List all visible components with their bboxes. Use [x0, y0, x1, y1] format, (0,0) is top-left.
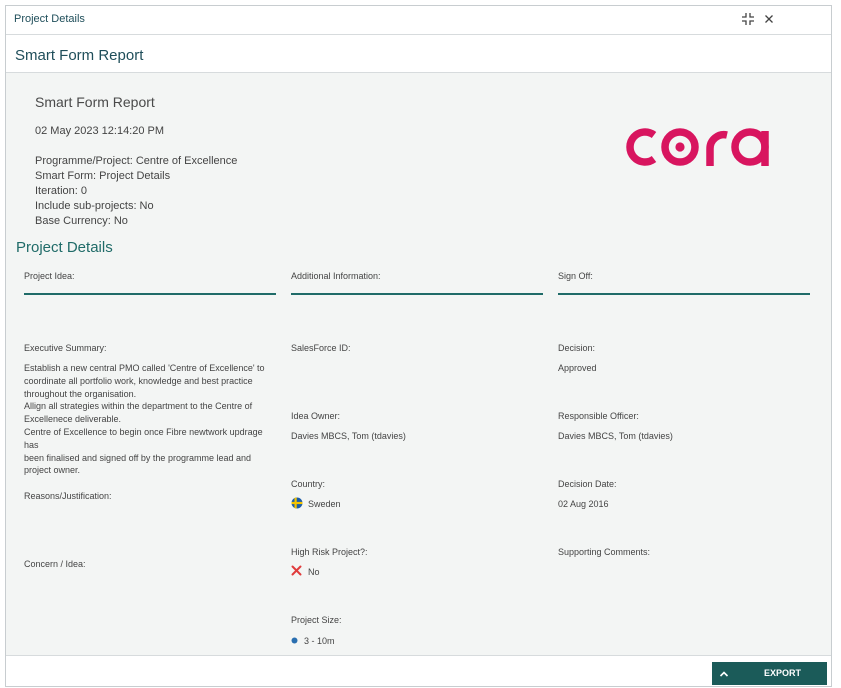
summary-line: been finalised and signed off by the pro…: [24, 452, 251, 463]
executive-summary-value: Establish a new central PMO called 'Cent…: [24, 362, 276, 477]
idea-owner-value: Davies MBCS, Tom (tdavies): [291, 431, 406, 441]
country-label: Country:: [291, 479, 326, 489]
concern-idea-label: Concern / Idea:: [24, 559, 86, 569]
country-value: Sweden: [308, 499, 341, 509]
meta-smart-form: Smart Form: Project Details: [35, 170, 171, 182]
executive-summary-label: Executive Summary:: [24, 343, 107, 353]
cora-logo: [626, 128, 769, 166]
column-label: Sign Off:: [558, 271, 593, 281]
decision-label: Decision:: [558, 343, 596, 353]
decision-date-label: Decision Date:: [558, 479, 617, 489]
column-header-sign-off: Sign Off:: [558, 271, 810, 295]
reasons-justification-label: Reasons/Justification:: [24, 491, 112, 501]
report-title: Smart Form Report: [35, 94, 155, 110]
project-details-dialog: Project Details Smart Form Report Smart …: [5, 5, 832, 687]
close-icon[interactable]: [761, 11, 777, 27]
dot-icon: [291, 637, 298, 644]
summary-line: Allign all strategies within the departm…: [24, 401, 253, 412]
high-risk-label: High Risk Project?:: [291, 547, 368, 557]
meta-sub-projects: Include sub-projects: No: [35, 200, 154, 212]
header-title: Smart Form Report: [15, 47, 144, 64]
decision-value: Approved: [558, 363, 597, 373]
responsible-officer-label: Responsible Officer:: [558, 411, 639, 421]
column-label: Additional Information:: [291, 271, 381, 281]
report-meta: Programme/Project: Centre of Excellence …: [35, 154, 237, 229]
summary-line: Establish a new central PMO called 'Cent…: [24, 363, 265, 373]
collapse-icon[interactable]: [740, 11, 756, 27]
sweden-flag-icon: [291, 497, 303, 509]
summary-line: project owner.: [24, 465, 81, 476]
project-size-label: Project Size:: [291, 615, 342, 625]
high-risk-value: No: [308, 567, 320, 577]
export-button[interactable]: EXPORT: [712, 662, 827, 685]
report-content[interactable]: Smart Form Report 02 May 2023 12:14:20 P…: [6, 73, 831, 655]
responsible-officer-value: Davies MBCS, Tom (tdavies): [558, 431, 673, 441]
dialog-title: Project Details: [14, 13, 85, 25]
summary-line: Centre of Excellence to begin once Fibre…: [24, 426, 263, 450]
summary-line: coordinate all portfolio work, knowledge…: [24, 375, 253, 386]
cross-icon: [291, 565, 302, 576]
chevron-up-icon: [719, 671, 729, 677]
section-title: Project Details: [16, 239, 113, 256]
report-generated-date: 02 May 2023 12:14:20 PM: [35, 125, 165, 137]
column-header-additional-info: Additional Information:: [291, 271, 543, 295]
report-header: Smart Form Report: [6, 36, 831, 73]
meta-programme: Programme/Project: Centre of Excellence: [35, 155, 238, 167]
column-label: Project Idea:: [24, 271, 75, 281]
meta-iteration: Iteration: 0: [35, 185, 87, 197]
export-label: EXPORT: [764, 668, 802, 678]
salesforce-id-label: SalesForce ID:: [291, 343, 351, 353]
decision-date-value: 02 Aug 2016: [558, 499, 609, 509]
dialog-footer: EXPORT: [6, 655, 831, 686]
supporting-comments-label: Supporting Comments:: [558, 547, 651, 557]
column-header-project-idea: Project Idea:: [24, 271, 276, 295]
meta-base-currency: Base Currency: No: [35, 215, 128, 227]
dialog-titlebar: Project Details: [6, 6, 831, 35]
project-size-value: 3 - 10m: [304, 636, 335, 646]
idea-owner-label: Idea Owner:: [291, 411, 341, 421]
summary-line: throughout the organisation.: [24, 388, 137, 399]
summary-line: Excellenece deliverable.: [24, 414, 122, 425]
